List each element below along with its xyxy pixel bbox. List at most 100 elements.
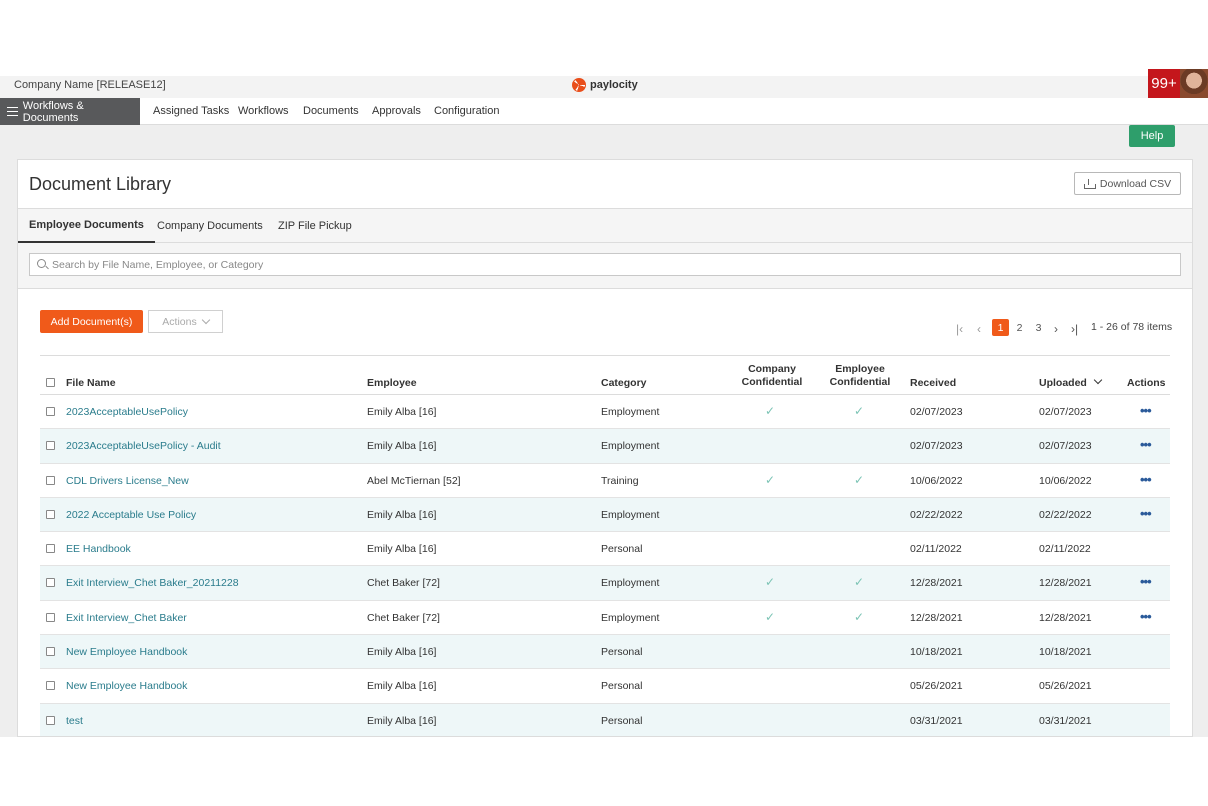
file-name-link[interactable]: Exit Interview_Chet Baker_20211228 (66, 577, 239, 589)
col-company-confidential[interactable]: Company Confidential (737, 363, 807, 389)
category-cell: Personal (601, 714, 643, 727)
table-row: EE Handbook Emily Alba [16] Personal 02/11/… (40, 532, 1170, 567)
last-page-icon[interactable]: ›| (1071, 322, 1078, 336)
row-checkbox[interactable] (46, 407, 55, 416)
notification-badge[interactable]: 99+ (1148, 69, 1180, 98)
file-name-link[interactable]: 2022 Acceptable Use Policy (66, 509, 196, 521)
download-icon (1083, 178, 1096, 189)
file-name-link[interactable]: New Employee Handbook (66, 646, 187, 658)
employee-cell: Emily Alba [16] (367, 543, 437, 556)
page-2[interactable]: 2 (1011, 319, 1028, 336)
file-name-link[interactable]: EE Handbook (66, 543, 131, 555)
document-library-card: Document Library Download CSV Employee D… (17, 159, 1193, 737)
employee-confidential-check-icon: ✓ (854, 404, 865, 418)
page-1[interactable]: 1 (992, 319, 1009, 336)
tab-zip-file-pickup[interactable]: ZIP File Pickup (278, 209, 352, 243)
col-file-name[interactable]: File Name (66, 377, 116, 389)
employee-confidential-check-icon: ✓ (854, 609, 865, 624)
prev-page-icon[interactable]: ‹ (977, 322, 981, 336)
module-menu-label: Workflows & Documents (22, 99, 84, 124)
add-documents-button[interactable]: Add Document(s) (40, 310, 143, 333)
nav-assigned-tasks[interactable]: Assigned Tasks (153, 105, 229, 117)
file-name-link[interactable]: CDL Drivers License_New (66, 475, 189, 487)
col-employee[interactable]: Employee (367, 377, 417, 389)
company-confidential-check-icon: ✓ (765, 472, 776, 487)
uploaded-cell: 02/07/2023 (1039, 440, 1092, 453)
col-company-confidential-line1: Company (748, 363, 796, 375)
table-row: New Employee Handbook Emily Alba [16] Pers… (40, 635, 1170, 670)
tab-company-documents[interactable]: Company Documents (157, 209, 263, 243)
help-button[interactable]: Help (1129, 125, 1175, 147)
row-actions-icon[interactable]: ••• (1140, 403, 1152, 418)
company-name: Company Name [RELEASE12] (14, 79, 166, 91)
table-body: 2023AcceptableUsePolicy Emily Alba [16] Em… (40, 395, 1170, 736)
file-name-link[interactable]: test (66, 715, 83, 727)
row-checkbox[interactable] (46, 441, 55, 451)
company-confidential-check-icon: ✓ (765, 575, 776, 590)
tab-employee-documents[interactable]: Employee Documents (18, 209, 155, 243)
row-checkbox[interactable] (46, 681, 55, 691)
row-actions-icon[interactable]: ••• (1140, 574, 1152, 589)
next-page-icon[interactable]: › (1054, 322, 1058, 336)
nav-documents[interactable]: Documents (303, 105, 359, 117)
module-menu-button[interactable]: Workflows & Documents (0, 98, 140, 125)
nav-workflows[interactable]: Workflows (238, 105, 289, 117)
row-actions-icon[interactable]: ••• (1140, 506, 1152, 521)
nav-configuration[interactable]: Configuration (434, 105, 499, 117)
file-name-link[interactable]: New Employee Handbook (66, 680, 187, 692)
uploaded-cell: 12/28/2021 (1039, 577, 1092, 590)
sort-desc-icon (1093, 375, 1103, 385)
file-name-link[interactable]: 2023AcceptableUsePolicy - Audit (66, 440, 221, 452)
file-name-link[interactable]: Exit Interview_Chet Baker (66, 612, 187, 624)
employee-cell: Emily Alba [16] (367, 680, 437, 693)
col-uploaded[interactable]: Uploaded (1039, 375, 1103, 389)
received-cell: 12/28/2021 (910, 577, 963, 590)
received-cell: 03/31/2021 (910, 714, 963, 727)
row-actions-icon[interactable]: ••• (1140, 437, 1152, 452)
pagination-info: 1 - 26 of 78 items (1091, 321, 1173, 333)
received-cell: 02/11/2022 (910, 543, 962, 556)
row-checkbox[interactable] (46, 647, 55, 657)
user-avatar[interactable] (1180, 69, 1208, 98)
received-cell: 12/28/2021 (910, 611, 963, 624)
row-checkbox[interactable] (46, 715, 55, 725)
download-csv-button[interactable]: Download CSV (1074, 172, 1181, 195)
paylocity-logo[interactable]: paylocity (572, 76, 638, 94)
download-csv-label: Download CSV (1099, 177, 1172, 190)
select-all-checkbox[interactable] (46, 378, 55, 387)
actions-label: Actions (162, 315, 197, 328)
employee-cell: Emily Alba [16] (367, 646, 437, 659)
search-input[interactable] (52, 254, 1172, 275)
col-received[interactable]: Received (910, 377, 956, 389)
category-cell: Employment (601, 611, 660, 624)
first-page-icon[interactable]: |‹ (956, 322, 963, 336)
module-nav: Workflows & Documents Assigned Tasks Wor… (0, 98, 1208, 125)
row-checkbox[interactable] (46, 544, 55, 554)
actions-dropdown[interactable]: Actions (148, 310, 223, 333)
row-checkbox[interactable] (46, 578, 55, 588)
table-row: test Emily Alba [16] Personal 03/31/2021 03/… (40, 703, 1170, 736)
row-actions-icon[interactable]: ••• (1140, 609, 1152, 624)
nav-approvals[interactable]: Approvals (372, 105, 421, 117)
col-employee-confidential[interactable]: Employee Confidential (825, 363, 895, 389)
uploaded-cell: 12/28/2021 (1039, 611, 1092, 624)
search-box[interactable] (29, 253, 1181, 276)
col-company-confidential-line2: Confidential (741, 376, 803, 388)
row-checkbox[interactable] (46, 475, 55, 485)
logo-text: paylocity (590, 79, 638, 91)
file-name-link[interactable]: 2023AcceptableUsePolicy (66, 406, 188, 418)
col-category[interactable]: Category (601, 377, 647, 389)
row-checkbox[interactable] (46, 509, 55, 519)
search-area (18, 243, 1192, 289)
row-checkbox[interactable] (46, 612, 55, 622)
received-cell: 10/06/2022 (910, 474, 963, 487)
uploaded-cell: 05/26/2021 (1039, 680, 1092, 693)
category-cell: Employment (601, 508, 660, 521)
employee-cell: Emily Alba [16] (367, 508, 437, 521)
top-bar: Company Name [RELEASE12] paylocity (0, 76, 1208, 98)
uploaded-cell: 10/06/2022 (1039, 474, 1092, 487)
row-actions-icon[interactable]: ••• (1140, 472, 1152, 487)
table-row: Exit Interview_Chet Baker Chet Baker [72]… (40, 601, 1170, 636)
category-cell: Employment (601, 577, 660, 590)
page-3[interactable]: 3 (1030, 319, 1047, 336)
